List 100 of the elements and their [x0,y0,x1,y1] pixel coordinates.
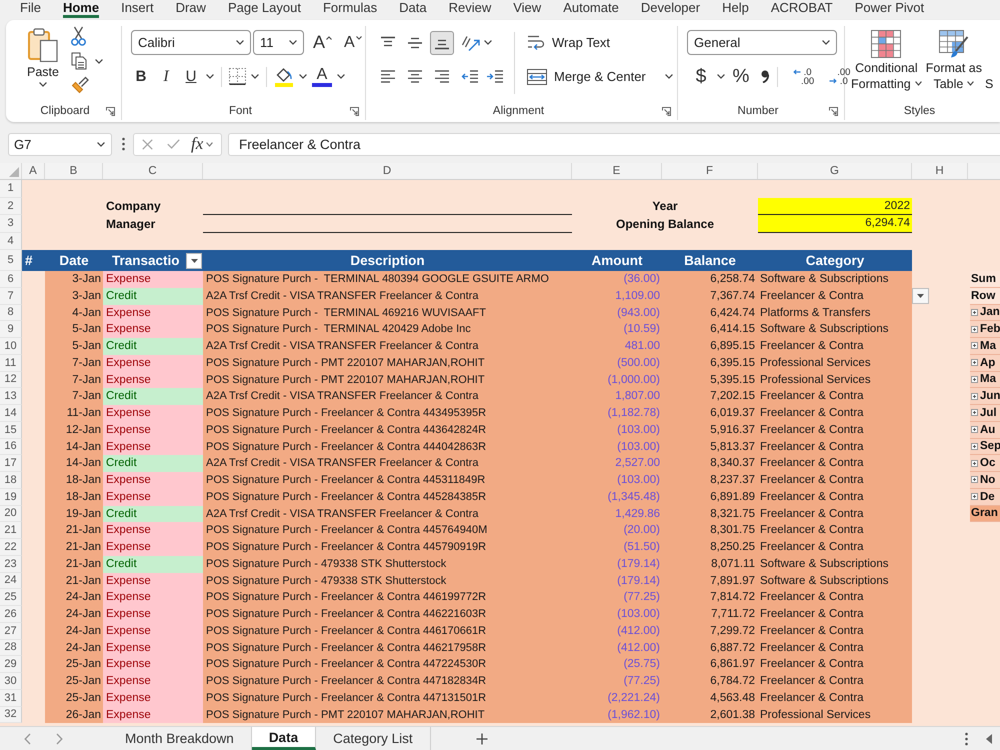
pivot-row[interactable]: Ma [970,338,1000,355]
row-number[interactable]: 14 [0,405,22,422]
row-number[interactable]: 4 [0,232,22,250]
scissors-icon[interactable] [70,26,86,46]
formula-field[interactable]: Freelancer & Contra [228,132,1000,156]
corner-arrow-icon[interactable] [350,106,359,116]
plus-icon[interactable] [476,732,488,744]
italic-button[interactable]: I [156,66,176,88]
caret-icon[interactable] [484,40,492,45]
plus-box-icon[interactable] [971,308,978,316]
dots-icon[interactable] [965,732,968,746]
pivot-row[interactable]: Jun [970,388,1000,405]
row-number[interactable]: 6 [0,271,22,288]
menu-tab[interactable]: ACROBAT [770,0,833,18]
font-color-button[interactable]: A [312,66,332,87]
menu-tab[interactable]: File [20,0,41,18]
row-number[interactable]: 12 [0,372,22,388]
menu-tab[interactable]: Developer [640,0,700,18]
paste-button[interactable]: Paste [21,26,65,87]
menu-tab[interactable]: Insert [121,0,154,18]
row-number[interactable]: 22 [0,539,22,556]
row-number[interactable]: 26 [0,606,22,623]
column-letter[interactable]: G [758,163,912,179]
row-number[interactable]: 28 [0,640,22,656]
function-button[interactable]: fx [189,134,216,154]
caret-icon[interactable] [664,74,673,79]
pivot-row[interactable]: Ap [970,354,1000,372]
pivot-row[interactable]: Oc [970,455,1000,472]
menu-tab[interactable]: View [513,0,542,18]
row-number[interactable]: 29 [0,656,22,673]
increase-decimal-button[interactable]: .0 .00 [790,68,816,86]
font-name-dropdown[interactable]: Calibri [131,30,251,55]
align-button[interactable] [430,30,454,54]
row-number[interactable]: 17 [0,455,22,472]
row-number[interactable]: 19 [0,488,22,506]
plus-box-icon[interactable] [971,476,978,484]
paintbrush-icon[interactable] [70,76,89,94]
row-number[interactable]: 8 [0,304,22,322]
styles-button[interactable]: S [985,76,994,92]
row-number[interactable]: 10 [0,338,22,355]
pivot-row[interactable]: De [970,488,1000,506]
plus-box-icon[interactable] [971,392,978,400]
plus-box-icon[interactable] [971,326,978,333]
row-number[interactable]: 31 [0,690,22,706]
row-number[interactable]: 13 [0,388,22,405]
pivot-row[interactable]: Sum [970,271,1000,288]
underline-button[interactable]: U [181,66,201,88]
dropdown-button[interactable] [912,288,929,304]
plus-box-icon[interactable] [971,442,978,450]
plus-box-icon[interactable] [971,409,978,416]
row-number[interactable]: 23 [0,556,22,572]
triangle-icon[interactable] [986,734,992,744]
column-letter[interactable]: C [103,163,203,179]
format-table-button[interactable]: Format as Table [924,30,984,92]
pivot-row[interactable]: Gran [970,506,1000,522]
pivot-row[interactable]: Au [970,422,1000,438]
menu-tab[interactable]: Formulas [322,0,378,18]
caret-icon[interactable] [337,74,345,79]
row-number[interactable]: 1 [0,180,22,198]
column-letter[interactable]: D [203,163,572,179]
row-number[interactable]: 5 [0,250,22,271]
row-number[interactable]: 7 [0,288,22,304]
plus-box-icon[interactable] [971,426,978,434]
check-icon[interactable] [167,139,180,149]
column-letter[interactable]: B [45,163,103,179]
row-number[interactable]: 20 [0,506,22,522]
outdent-icon[interactable] [461,70,479,83]
caret-icon[interactable] [251,74,259,79]
pivot-row[interactable]: Jul [970,405,1000,422]
comma-icon[interactable] [761,70,769,83]
corner-arrow-icon[interactable] [106,106,115,116]
row-number[interactable]: 30 [0,673,22,690]
plus-box-icon[interactable] [971,493,978,500]
pivot-row[interactable]: Jan [970,304,1000,322]
input-field[interactable]: 2022 [758,198,912,215]
caret-icon[interactable] [94,58,103,64]
row-number[interactable]: 2 [0,198,22,215]
sheet-tab[interactable]: Data [252,727,316,750]
diagonal-arrow-icon[interactable] [461,34,481,52]
menu-tab[interactable]: Page Layout [228,0,301,18]
row-number[interactable]: 27 [0,622,22,640]
row-number[interactable]: 16 [0,438,22,456]
menu-tab[interactable]: Draw [176,0,206,18]
dots-icon[interactable] [122,137,125,151]
plus-box-icon[interactable] [971,460,978,467]
row-number[interactable]: 32 [0,706,22,724]
percent-button[interactable]: % [731,66,751,88]
pivot-row[interactable]: Ma [970,372,1000,388]
caret-icon[interactable] [299,74,307,79]
input-field[interactable]: 6,294.74 [758,215,912,232]
caret-icon[interactable] [206,74,214,79]
bold-button[interactable]: B [131,66,151,88]
paint-bucket-icon[interactable] [274,66,294,86]
name-box[interactable]: G7 [8,132,112,156]
decrease-decimal-button[interactable]: .00 .0 [826,68,852,86]
pivot-row[interactable]: Row [970,288,1000,304]
row-number[interactable]: 9 [0,321,22,338]
row-number[interactable]: 11 [0,354,22,372]
column-letter[interactable]: A [22,163,45,179]
wrap-text-button[interactable]: Wrap Text [525,30,612,55]
